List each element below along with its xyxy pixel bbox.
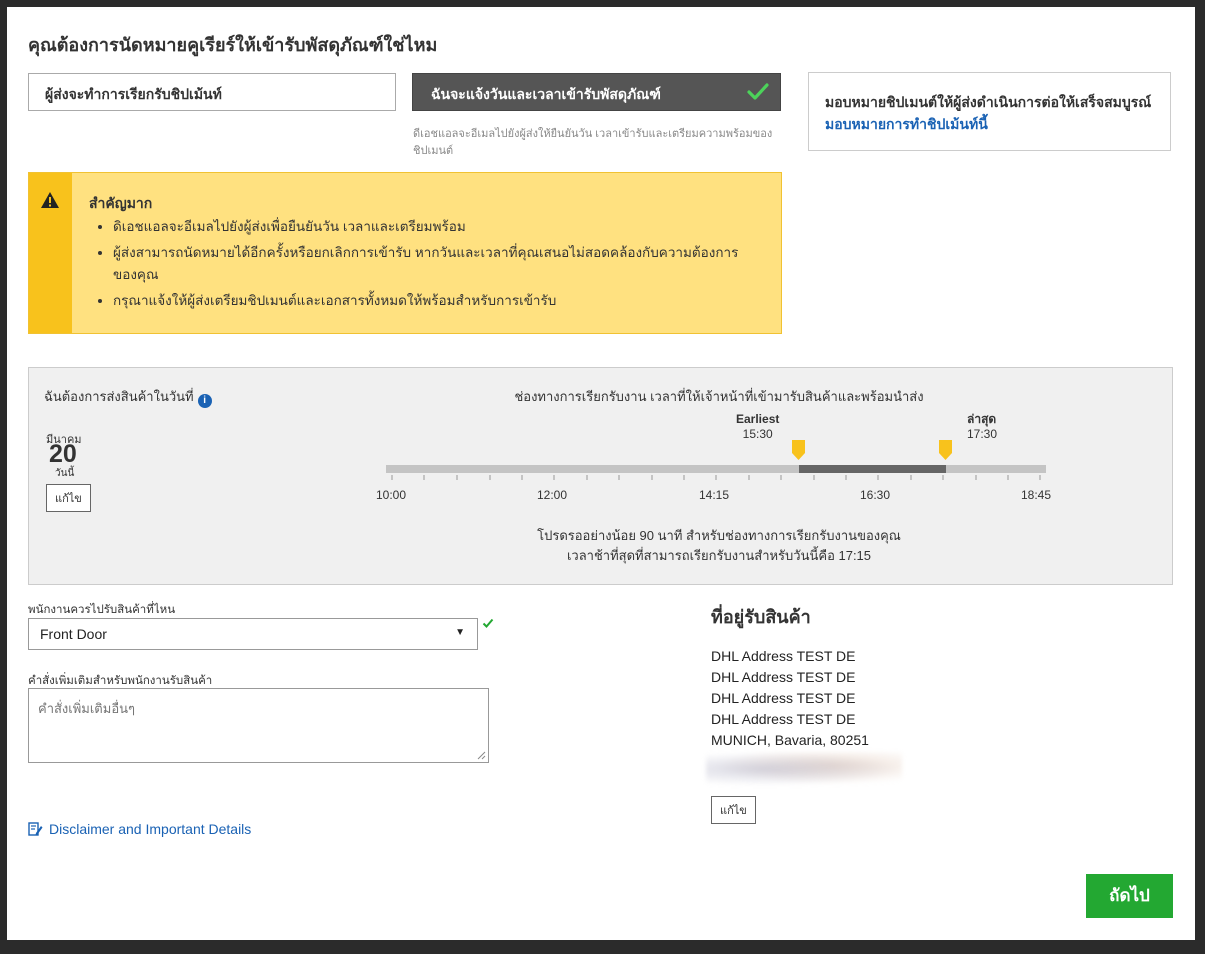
address-line: DHL Address TEST DE bbox=[711, 648, 856, 664]
latest-marker-icon bbox=[939, 440, 952, 460]
option-shipper-schedules[interactable]: ผู้ส่งจะทำการเรียกรับชิปเม้นท์ bbox=[28, 73, 396, 111]
notice-list: ดิเอชแอลจะอีเมลไปยังผู้ส่งเพื่อยืนยันวัน… bbox=[113, 216, 753, 316]
resize-grip-icon[interactable] bbox=[476, 750, 486, 760]
pickup-location-value: Front Door bbox=[40, 626, 107, 642]
pickup-address: DHL Address TEST DE DHL Address TEST DE … bbox=[711, 646, 869, 751]
timeline-selected-range bbox=[799, 465, 946, 473]
address-heading: ที่อยู่รับสินค้า bbox=[711, 607, 811, 627]
check-icon bbox=[747, 83, 769, 100]
warning-triangle-icon bbox=[41, 192, 59, 208]
pickup-window-panel: ฉันต้องการส่งสินค้าในวันที่ i มีนาคม 20 ว… bbox=[28, 367, 1173, 585]
address-line: MUNICH, Bavaria, 80251 bbox=[711, 732, 869, 748]
timeline-track bbox=[386, 465, 1046, 473]
redacted-contact bbox=[706, 752, 902, 786]
pickup-note-line1: โปรดรออย่างน้อย 90 นาที สำหรับช่องทางการ… bbox=[537, 528, 901, 543]
disclaimer-link[interactable]: Disclaimer and Important Details bbox=[28, 821, 251, 837]
tick-label: 12:00 bbox=[537, 488, 568, 502]
pickup-location-select[interactable]: Front Door ▼ bbox=[28, 618, 478, 650]
notice-title: สำคัญมาก bbox=[89, 195, 153, 211]
option-i-schedule-description: ดีเอชแอลจะอีเมลไปยังผู้ส่งให้ยืนยันวัน เ… bbox=[413, 128, 773, 157]
notice-bar bbox=[29, 173, 72, 333]
option-i-schedule-label: ฉันจะแจ้งวันและเวลาเข้ารับพัสดุภัณฑ์ bbox=[431, 86, 661, 102]
address-line: DHL Address TEST DE bbox=[711, 669, 856, 685]
option-i-schedule[interactable]: ฉันจะแจ้งวันและเวลาเข้ารับพัสดุภัณฑ์ bbox=[412, 73, 781, 111]
dropdown-arrow-icon: ▼ bbox=[455, 627, 465, 638]
address-line: DHL Address TEST DE bbox=[711, 711, 856, 727]
edit-document-icon bbox=[28, 822, 43, 836]
tick-label: 14:15 bbox=[699, 488, 730, 502]
notice-item: กรุณาแจ้งให้ผู้ส่งเตรียมชิปเมนต์และเอกสา… bbox=[113, 290, 753, 312]
edit-address-button[interactable]: แก้ไข bbox=[711, 796, 756, 824]
pickup-dialog: คุณต้องการนัดหมายคูเรียร์ให้เข้ารับพัสดุ… bbox=[7, 7, 1195, 940]
timeline-ticks bbox=[391, 475, 1041, 480]
instructions-input[interactable] bbox=[28, 688, 489, 763]
pickup-location-label: พนักงานควรไปรับสินค้าที่ไหน bbox=[28, 604, 176, 616]
delegate-box: มอบหมายชิปเมนต์ให้ผู้ส่งดำเนินการต่อให้เ… bbox=[808, 72, 1171, 151]
next-button[interactable]: ถัดไป bbox=[1086, 874, 1173, 918]
delegate-link[interactable]: มอบหมายการทำชิปเม้นท์นี้ bbox=[825, 116, 988, 132]
notice-item: ผู้ส่งสามารถนัดหมายได้อีกครั้งหรือยกเลิก… bbox=[113, 242, 753, 286]
notice-item: ดิเอชแอลจะอีเมลไปยังผู้ส่งเพื่อยืนยันวัน… bbox=[113, 216, 753, 238]
address-line: DHL Address TEST DE bbox=[711, 690, 856, 706]
pickup-note-line2: เวลาช้าที่สุดที่สามารถเรียกรับงานสำหรับว… bbox=[566, 548, 872, 563]
important-notice: สำคัญมาก ดิเอชแอลจะอีเมลไปยังผู้ส่งเพื่อ… bbox=[28, 172, 782, 334]
valid-check-icon bbox=[482, 618, 494, 628]
disclaimer-text: Disclaimer and Important Details bbox=[49, 821, 252, 837]
tick-label: 10:00 bbox=[376, 488, 407, 502]
page-title: คุณต้องการนัดหมายคูเรียร์ให้เข้ารับพัสดุ… bbox=[28, 35, 438, 55]
tick-label: 18:45 bbox=[1021, 488, 1052, 502]
pickup-window-note: โปรดรออย่างน้อย 90 นาที สำหรับช่องทางการ… bbox=[389, 526, 1049, 566]
tick-label: 16:30 bbox=[860, 488, 891, 502]
delegate-text: มอบหมายชิปเมนต์ให้ผู้ส่งดำเนินการต่อให้เ… bbox=[825, 94, 1152, 110]
earliest-marker-icon bbox=[792, 440, 805, 460]
